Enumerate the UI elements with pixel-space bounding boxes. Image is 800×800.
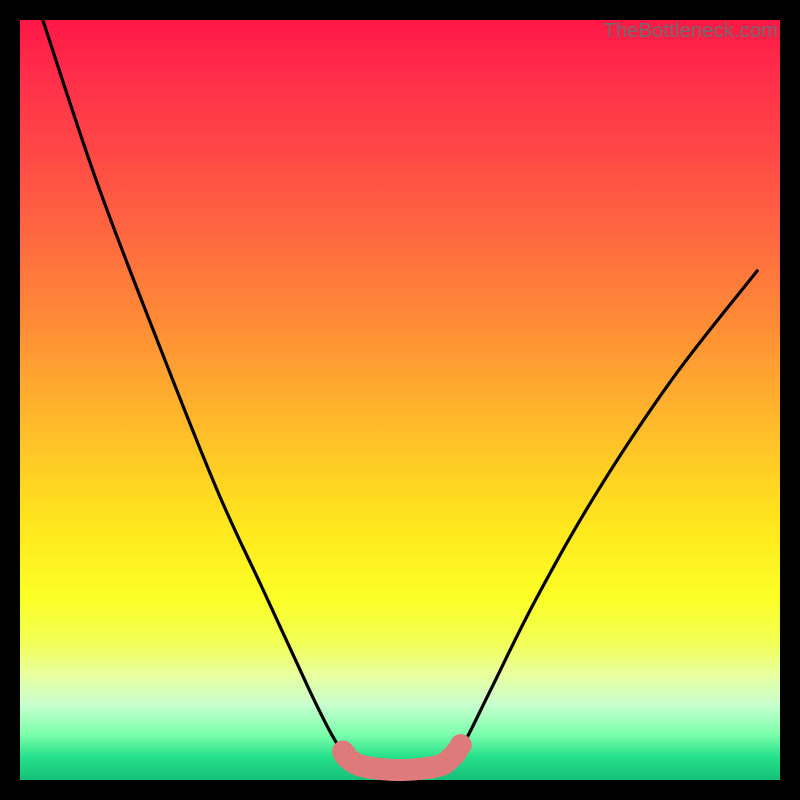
highlight-dot	[334, 743, 356, 765]
highlight-dot	[450, 734, 472, 756]
chart-overlay	[20, 20, 780, 780]
bottleneck-curve	[43, 20, 757, 770]
highlight-dot	[433, 753, 455, 775]
outer-frame: TheBottleneck.com	[0, 0, 800, 800]
